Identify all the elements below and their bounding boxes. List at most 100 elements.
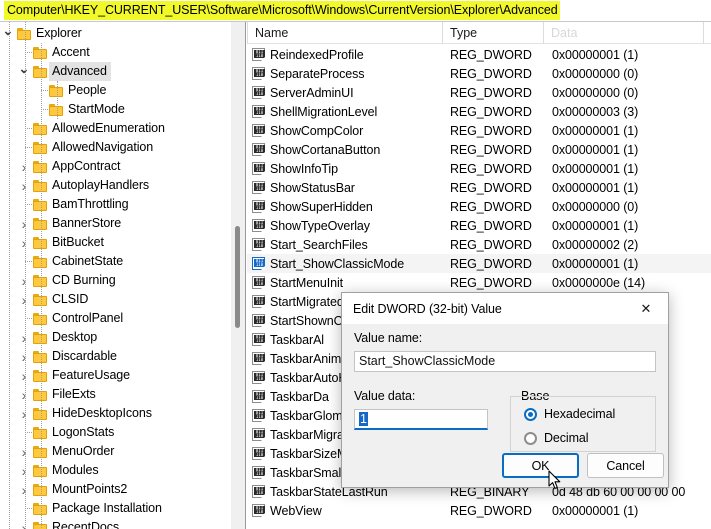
- dialog-titlebar[interactable]: Edit DWORD (32-bit) Value ✕: [342, 293, 668, 324]
- tree-item[interactable]: Package Installation: [0, 499, 232, 518]
- registry-tree[interactable]: Explorer Accent Advanced People StartMode All…: [0, 22, 232, 529]
- tree-item[interactable]: BannerStore: [0, 214, 232, 233]
- chevron-right-icon[interactable]: [16, 518, 32, 529]
- value-data-cell: 0x00000002 (2): [552, 237, 639, 252]
- tree-item[interactable]: Modules: [0, 461, 232, 480]
- tree-scrollbar[interactable]: [231, 22, 245, 529]
- tree-item[interactable]: LogonStats: [0, 423, 232, 442]
- table-row[interactable]: 011 110 Start_SearchFiles REG_DWORD 0x000000…: [247, 235, 711, 254]
- cancel-button[interactable]: Cancel: [587, 453, 664, 478]
- chevron-right-icon[interactable]: [16, 233, 32, 252]
- value-name-field[interactable]: Start_ShowClassicMode: [354, 351, 656, 372]
- chevron-right-icon[interactable]: [16, 366, 32, 385]
- table-row[interactable]: 011 110 ShowSuperHidden REG_DWORD 0x00000000…: [247, 197, 711, 216]
- radio-hexadecimal[interactable]: Hexadecimal: [524, 407, 615, 421]
- tree-item[interactable]: ControlPanel: [0, 309, 232, 328]
- tree-item[interactable]: Advanced: [0, 62, 232, 81]
- tree-item[interactable]: FeatureUsage: [0, 366, 232, 385]
- chevron-right-icon[interactable]: [16, 157, 32, 176]
- tree-guide-line: [57, 81, 58, 119]
- tree-guide-line: [25, 128, 32, 129]
- tree-item[interactable]: Accent: [0, 43, 232, 62]
- value-data-label: Value data:: [354, 389, 416, 403]
- table-row[interactable]: 011 110 ReindexedProfile REG_DWORD 0x0000000…: [247, 45, 711, 64]
- tree-item[interactable]: CLSID: [0, 290, 232, 309]
- chevron-right-icon[interactable]: [16, 404, 32, 423]
- tree-item[interactable]: AllowedEnumeration: [0, 119, 232, 138]
- table-row[interactable]: 011 110 ShowCompColor REG_DWORD 0x00000001 (…: [247, 121, 711, 140]
- table-row[interactable]: 011 110 StartMenuInit REG_DWORD 0x0000000e (…: [247, 273, 711, 292]
- chevron-right-icon[interactable]: [16, 271, 32, 290]
- value-name-label: Value name:: [354, 331, 423, 345]
- tree-item[interactable]: AllowedNavigation: [0, 138, 232, 157]
- tree-item-label: Modules: [52, 463, 99, 477]
- tree-item[interactable]: FileExts: [0, 385, 232, 404]
- tree-item-label: AllowedEnumeration: [52, 121, 165, 135]
- chevron-right-icon[interactable]: [16, 214, 32, 233]
- tree-item[interactable]: StartMode: [0, 100, 232, 119]
- table-row[interactable]: 011 110 Start_ShowClassicMode REG_DWORD 0x00…: [247, 254, 711, 273]
- registry-editor-window: Computer\HKEY_CURRENT_USER\Software\Micr…: [0, 0, 711, 529]
- table-row[interactable]: 011 110 ShowTypeOverlay REG_DWORD 0x00000001…: [247, 216, 711, 235]
- ok-button[interactable]: OK: [502, 453, 579, 478]
- chevron-down-icon[interactable]: [0, 24, 16, 43]
- value-type-cell: REG_DWORD: [450, 218, 532, 233]
- chevron-right-icon[interactable]: [16, 480, 32, 499]
- tree-item-label: FileExts: [52, 387, 96, 401]
- chevron-down-icon[interactable]: [16, 62, 32, 81]
- tree-item-label: Package Installation: [52, 501, 162, 515]
- registry-value-icon: 011 110: [247, 352, 270, 365]
- column-header-type[interactable]: Type: [443, 22, 544, 44]
- chevron-right-icon[interactable]: [16, 347, 32, 366]
- tree-item[interactable]: CD Burning: [0, 271, 232, 290]
- chevron-right-icon[interactable]: [16, 290, 32, 309]
- tree-item[interactable]: Desktop: [0, 328, 232, 347]
- close-icon[interactable]: ✕: [624, 293, 668, 324]
- table-row[interactable]: 011 110 ShellMigrationLevel REG_DWORD 0x0000…: [247, 102, 711, 121]
- registry-value-icon: 011 110: [247, 257, 270, 270]
- tree-item[interactable]: Explorer: [0, 24, 232, 43]
- tree-item[interactable]: AutoplayHandlers: [0, 176, 232, 195]
- value-type-cell: REG_DWORD: [450, 256, 532, 271]
- tree-scrollbar-thumb[interactable]: [235, 226, 240, 328]
- table-row[interactable]: 011 110 ShowStatusBar REG_DWORD 0x00000001 (…: [247, 178, 711, 197]
- tree-item[interactable]: People: [0, 81, 232, 100]
- registry-value-icon: 011 110: [247, 485, 270, 498]
- radio-icon: [524, 431, 537, 445]
- registry-value-icon: 011 110: [247, 48, 270, 61]
- column-header-name[interactable]: Name: [247, 22, 443, 44]
- chevron-right-icon[interactable]: [16, 176, 32, 195]
- tree-item-label: Explorer: [36, 26, 82, 40]
- table-row[interactable]: 011 110 ServerAdminUI REG_DWORD 0x00000000 (…: [247, 83, 711, 102]
- table-row[interactable]: 011 110 ShowCortanaButton REG_DWORD 0x000000…: [247, 140, 711, 159]
- chevron-right-icon[interactable]: [16, 461, 32, 480]
- chevron-right-icon[interactable]: [16, 328, 32, 347]
- radio-decimal[interactable]: Decimal: [524, 431, 589, 445]
- tree-item[interactable]: CabinetState: [0, 252, 232, 271]
- tree-item[interactable]: HideDesktopIcons: [0, 404, 232, 423]
- tree-item[interactable]: Discardable: [0, 347, 232, 366]
- table-row[interactable]: 011 110 ShowInfoTip REG_DWORD 0x00000001 (1): [247, 159, 711, 178]
- column-header-data[interactable]: Data: [544, 22, 704, 44]
- value-name-cell: ShowSuperHidden: [270, 199, 373, 214]
- values-column-header[interactable]: Name Type Data: [247, 22, 711, 44]
- value-name-cell: ServerAdminUI: [270, 85, 354, 100]
- value-type-cell: REG_DWORD: [450, 180, 532, 195]
- value-data-field[interactable]: 1: [354, 409, 488, 430]
- table-row[interactable]: 011 110 SeparateProcess REG_DWORD 0x00000000…: [247, 64, 711, 83]
- tree-item[interactable]: MenuOrder: [0, 442, 232, 461]
- value-data-cell: 0x0000000e (14): [552, 275, 646, 290]
- chevron-right-icon[interactable]: [16, 442, 32, 461]
- tree-item[interactable]: BitBucket: [0, 233, 232, 252]
- value-name-cell: Start_ShowClassicMode: [270, 256, 405, 271]
- tree-item[interactable]: RecentDocs: [0, 518, 232, 529]
- chevron-right-icon[interactable]: [16, 385, 32, 404]
- tree-item[interactable]: BamThrottling: [0, 195, 232, 214]
- tree-item[interactable]: MountPoints2: [0, 480, 232, 499]
- registry-tree-pane[interactable]: Explorer Accent Advanced People StartMode All…: [0, 22, 246, 529]
- table-row[interactable]: 011 110 WebView REG_DWORD 0x00000001 (1): [247, 501, 711, 520]
- value-type-cell: REG_DWORD: [450, 503, 532, 518]
- tree-item-label: LogonStats: [52, 425, 115, 439]
- tree-item[interactable]: AppContract: [0, 157, 232, 176]
- address-bar[interactable]: Computer\HKEY_CURRENT_USER\Software\Micr…: [0, 0, 711, 22]
